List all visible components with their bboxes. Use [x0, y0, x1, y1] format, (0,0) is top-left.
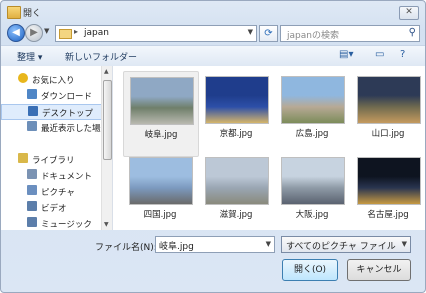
sidebar-item[interactable]: デスクトップ	[1, 104, 103, 120]
close-button[interactable]: ✕	[399, 6, 419, 20]
address-bar[interactable]: ▸ japan ▼	[55, 25, 257, 42]
recent-places-icon	[27, 121, 37, 131]
file-item[interactable]: 広島.jpg	[275, 71, 349, 155]
search-input[interactable]: japanの検索	[287, 28, 339, 41]
sidebar-item-label: ダウンロード	[41, 92, 93, 102]
search-icon[interactable]: ⚲	[409, 27, 416, 38]
filename-input[interactable]: 岐阜.jpg ▼	[155, 236, 275, 253]
sidebar-item-label: 最近表示した場所	[41, 124, 110, 134]
file-item[interactable]: 四国.jpg	[123, 152, 197, 236]
photo-thumbnail[interactable]	[281, 157, 345, 205]
refresh-icon: ⟳	[264, 28, 273, 39]
pictures-icon	[27, 185, 37, 195]
file-item[interactable]: 大阪.jpg	[275, 152, 349, 236]
download-folder-icon	[27, 89, 37, 99]
folder-icon	[59, 29, 72, 39]
sidebar-item-label: お気に入り	[32, 76, 75, 86]
breadcrumb-separator-icon[interactable]: ▸	[74, 27, 78, 36]
file-name[interactable]: 滋賀.jpg	[199, 208, 273, 220]
sidebar-item-label: ミュージック	[41, 220, 92, 230]
sidebar-item[interactable]: ライブラリ	[1, 152, 101, 166]
library-icon	[18, 153, 28, 163]
close-icon: ✕	[405, 7, 413, 17]
file-name[interactable]: 京都.jpg	[199, 127, 273, 139]
photo-thumbnail[interactable]	[205, 157, 269, 205]
preview-pane-icon[interactable]: ▭	[375, 49, 384, 60]
file-name[interactable]: 岐阜.jpg	[124, 128, 198, 140]
sidebar-item[interactable]: ピクチャ	[1, 184, 101, 198]
sidebar-item-label: ドキュメント	[41, 172, 93, 182]
filetype-value[interactable]: すべてのピクチャ ファイル	[286, 239, 396, 252]
photo-thumbnail[interactable]	[205, 76, 269, 124]
file-name[interactable]: 名古屋.jpg	[351, 208, 425, 220]
title-bar: 開く ✕	[1, 1, 425, 23]
forward-arrow-icon: ▶	[30, 27, 38, 38]
scroll-down-icon[interactable]: ▼	[104, 221, 109, 228]
navigation-scrollbar[interactable]: ▲ ▼	[101, 66, 112, 230]
star-icon	[18, 73, 28, 83]
dialog-footer: ファイル名(N): 岐阜.jpg ▼ すべてのピクチャ ファイル ▼ 開く(O)…	[1, 231, 425, 292]
window-title: 開く	[23, 9, 42, 19]
file-item[interactable]: 山口.jpg	[351, 71, 425, 155]
history-dropdown-button[interactable]: ▼	[44, 27, 49, 35]
filename-dropdown-icon[interactable]: ▼	[266, 240, 271, 248]
scrollbar-thumb[interactable]	[103, 80, 112, 160]
file-item[interactable]: 岐阜.jpg	[123, 71, 199, 157]
sidebar-item[interactable]: ビデオ	[1, 200, 101, 214]
command-bar: 整理 ▾ 新しいフォルダー ▤▾ ▭ ?	[1, 45, 425, 67]
organize-button[interactable]: 整理 ▾	[17, 50, 42, 63]
file-name[interactable]: 四国.jpg	[123, 208, 197, 220]
desktop-icon	[28, 106, 38, 116]
sidebar-item[interactable]: 最近表示した場所	[1, 120, 109, 134]
filetype-select[interactable]: すべてのピクチャ ファイル ▼	[281, 236, 411, 253]
open-button[interactable]: 開く(O)	[282, 259, 338, 281]
open-dialog: 開く ✕ ◀ ▶ ▼ ▸ japan ▼ ⟳ japanの検索 ⚲ 整理 ▾ 新…	[0, 0, 426, 293]
scroll-up-icon[interactable]: ▲	[104, 68, 109, 75]
cancel-button[interactable]: キャンセル	[347, 259, 411, 281]
sidebar-item-label: ピクチャ	[41, 188, 75, 198]
file-list: 岐阜.jpg 京都.jpg 広島.jpg 山口.jpg 四国.jpg 滋賀.jpg 大阪.j…	[113, 66, 425, 230]
new-folder-button[interactable]: 新しいフォルダー	[65, 50, 137, 63]
sidebar-item[interactable]: ミュージック	[1, 216, 101, 230]
file-item[interactable]: 名古屋.jpg	[351, 152, 425, 236]
file-name[interactable]: 広島.jpg	[275, 127, 349, 139]
music-icon	[27, 217, 37, 227]
file-item[interactable]: 滋賀.jpg	[199, 152, 273, 236]
breadcrumb-japan[interactable]: japan	[84, 28, 109, 38]
sidebar-item[interactable]: お気に入り	[1, 72, 101, 86]
photo-thumbnail[interactable]	[357, 157, 421, 205]
sidebar-item[interactable]: ドキュメント	[1, 168, 101, 182]
view-options-icon[interactable]: ▤▾	[339, 49, 353, 60]
sidebar-item[interactable]: ダウンロード	[1, 88, 101, 102]
photo-thumbnail[interactable]	[357, 76, 421, 124]
navigation-pane: お気に入りダウンロード デスクトップ最近表示した場所ライブラリドキュメント ピクチャ…	[1, 66, 113, 230]
filename-label: ファイル名(N):	[95, 243, 157, 253]
file-name[interactable]: 大阪.jpg	[275, 208, 349, 220]
photo-thumbnail[interactable]	[281, 76, 345, 124]
filetype-dropdown-icon[interactable]: ▼	[402, 240, 407, 248]
filename-value[interactable]: 岐阜.jpg	[159, 239, 194, 252]
help-icon[interactable]: ?	[400, 49, 405, 60]
photo-thumbnail[interactable]	[129, 157, 193, 205]
back-arrow-icon: ◀	[12, 27, 20, 38]
sidebar-item-label: デスクトップ	[42, 109, 94, 119]
back-button[interactable]: ◀	[7, 24, 25, 42]
address-dropdown-icon[interactable]: ▼	[248, 28, 253, 36]
sidebar-item-label: ライブラリ	[32, 156, 75, 166]
navigation-bar: ◀ ▶ ▼ ▸ japan ▼ ⟳ japanの検索 ⚲	[1, 23, 425, 44]
search-box[interactable]: japanの検索 ⚲	[280, 25, 420, 42]
sidebar-item-label: ビデオ	[41, 204, 67, 214]
file-name[interactable]: 山口.jpg	[351, 127, 425, 139]
refresh-button[interactable]: ⟳	[259, 25, 278, 42]
documents-icon	[27, 169, 37, 179]
folder-icon	[7, 6, 21, 19]
file-item[interactable]: 京都.jpg	[199, 71, 273, 155]
photo-thumbnail[interactable]	[130, 77, 194, 125]
videos-icon	[27, 201, 37, 211]
forward-button[interactable]: ▶	[25, 24, 43, 42]
